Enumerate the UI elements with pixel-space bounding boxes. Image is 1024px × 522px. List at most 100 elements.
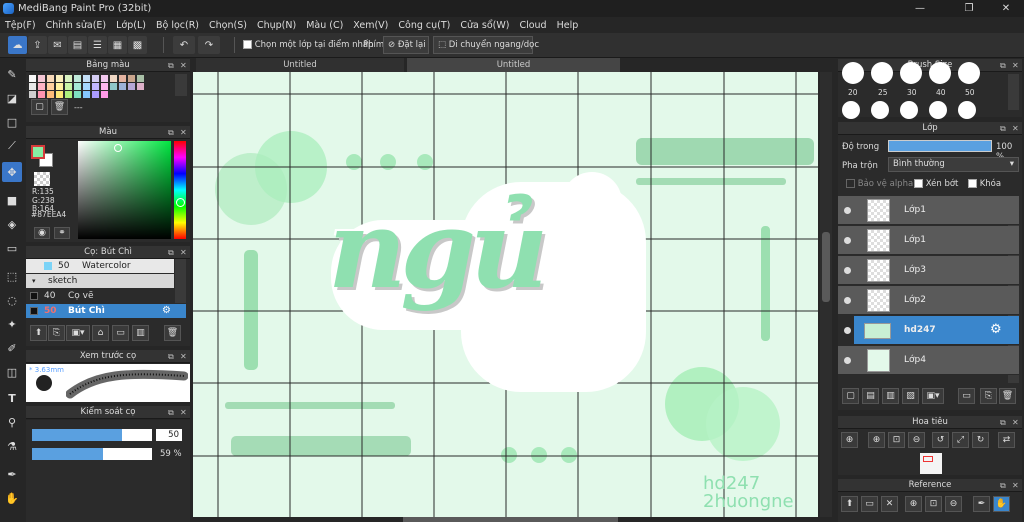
share-icon[interactable]: ⇪ — [28, 36, 47, 54]
lasso-tool-icon[interactable]: ◌ — [2, 290, 22, 310]
text-tool-icon[interactable]: T — [2, 388, 22, 408]
brush-scrollbar[interactable] — [175, 259, 186, 303]
eye-icon[interactable] — [844, 327, 851, 334]
color-swatch[interactable] — [137, 83, 144, 90]
fit-icon[interactable]: ⊡ — [888, 432, 905, 448]
close-icon[interactable]: ✕ — [180, 59, 187, 72]
popout-icon[interactable]: ⧉ — [168, 59, 174, 72]
folder-add-icon[interactable]: ▥ — [132, 325, 149, 341]
close-icon[interactable]: ✕ — [180, 126, 187, 139]
zoom-in-icon[interactable]: ⊕ — [841, 432, 858, 448]
layer-row[interactable]: Lớp1 — [838, 196, 1019, 225]
popout-icon[interactable]: ⧉ — [1000, 416, 1006, 429]
zoom-in-icon[interactable]: ⊕ — [905, 496, 922, 512]
menu-edit[interactable]: Chỉnh sửa(E) — [41, 20, 112, 31]
blend-mode-select[interactable]: Bình thường ▾ — [888, 157, 1019, 172]
menu-filter[interactable]: Bộ lọc(R) — [151, 20, 204, 31]
color-swatch[interactable] — [65, 83, 72, 90]
tiles-icon[interactable]: ▩ — [128, 36, 147, 54]
grid-icon[interactable]: ▦ — [108, 36, 127, 54]
menu-window[interactable]: Cửa sổ(W) — [455, 20, 514, 31]
color-tool-icon[interactable]: ◉ — [34, 227, 50, 239]
close-icon[interactable]: ✕ — [1012, 59, 1019, 72]
layer-row[interactable]: Lớp3 — [838, 256, 1019, 285]
eye-icon[interactable] — [844, 297, 851, 304]
brush-size-dot[interactable] — [842, 101, 860, 119]
menu-help[interactable]: Help — [552, 20, 584, 31]
minimize-button[interactable]: — — [906, 0, 934, 17]
zoom-in-icon[interactable]: ⊕ — [868, 432, 885, 448]
pen-tool-icon[interactable]: ✒ — [2, 464, 22, 484]
rotate-right-icon[interactable]: ↻ — [972, 432, 989, 448]
zoom-out-icon[interactable]: ⊖ — [908, 432, 925, 448]
color-swatch[interactable] — [83, 75, 90, 82]
color-swatch[interactable] — [83, 83, 90, 90]
chevron-down-icon[interactable]: ▾ — [32, 274, 36, 288]
settings-brush-icon[interactable]: ⌂ — [92, 325, 109, 341]
gradient-tool-icon[interactable]: ▭ — [2, 238, 22, 258]
color-swatch[interactable] — [47, 83, 54, 90]
folder-icon[interactable]: ▭ — [112, 325, 129, 341]
eyedropper-tool-icon[interactable]: ⚗ — [2, 436, 22, 456]
fullscreen-icon[interactable]: ⤢ — [952, 432, 969, 448]
eye-icon[interactable] — [844, 237, 851, 244]
color-swatch[interactable] — [74, 91, 81, 98]
zoom-out-icon[interactable]: ⊖ — [945, 496, 962, 512]
hand-icon[interactable]: ✋ — [993, 496, 1010, 512]
color-swatch[interactable] — [29, 75, 36, 82]
clip-checkbox[interactable] — [914, 179, 923, 188]
color-swatch[interactable] — [74, 83, 81, 90]
new-palette-icon[interactable]: ▢ — [31, 99, 48, 115]
close-icon[interactable]: ✕ — [180, 350, 187, 363]
new-halftone-layer-icon[interactable]: ▧ — [902, 388, 919, 404]
color-swatch[interactable] — [92, 91, 99, 98]
cloud-icon[interactable]: ☁ — [8, 36, 27, 54]
layer-row-selected[interactable]: hd247 ⚙ — [844, 316, 1019, 345]
close-button[interactable]: ✕ — [992, 0, 1020, 17]
menu-cloud[interactable]: Cloud — [514, 20, 551, 31]
select-pen-icon[interactable]: ✐ — [2, 338, 22, 358]
canvas-scrollbar-v[interactable] — [820, 72, 832, 517]
color-swatch[interactable] — [38, 91, 45, 98]
color-swatch[interactable] — [56, 83, 63, 90]
delete-brush-icon[interactable]: 🗑 — [164, 325, 181, 341]
foreground-color[interactable] — [31, 145, 45, 159]
color-link-icon[interactable]: ⚭ — [54, 227, 70, 239]
close-icon[interactable]: ✕ — [1012, 122, 1019, 135]
brush-size-dot[interactable] — [929, 62, 951, 84]
folder-icon[interactable]: ▭ — [861, 496, 878, 512]
color-swatch[interactable] — [65, 91, 72, 98]
opacity-slider[interactable] — [32, 448, 152, 460]
popout-icon[interactable]: ⧉ — [168, 126, 174, 139]
color-swatch[interactable] — [137, 75, 144, 82]
eye-icon[interactable] — [844, 357, 851, 364]
gear-icon[interactable]: ⚙ — [990, 322, 1002, 337]
brush-group-sketch[interactable]: ▾ sketch — [26, 274, 174, 288]
eye-icon[interactable] — [844, 267, 851, 274]
brush-item-but-chi[interactable]: 50 Bút Chì ⚙ — [26, 304, 186, 318]
menu-select[interactable]: Chọn(S) — [204, 20, 252, 31]
menu-color[interactable]: Màu (C) — [301, 20, 348, 31]
color-swatch[interactable] — [92, 75, 99, 82]
size-slider[interactable] — [32, 429, 152, 441]
brush-size-dot[interactable] — [958, 101, 976, 119]
color-swatch[interactable] — [128, 83, 135, 90]
color-swatch[interactable] — [29, 83, 36, 90]
color-picker-cursor[interactable] — [114, 144, 122, 152]
layer-row[interactable]: Lớp2 — [838, 286, 1019, 315]
brush-menu-icon[interactable]: ▣▾ — [66, 325, 90, 341]
undo-icon[interactable]: ↶ — [173, 36, 195, 54]
close-icon[interactable]: ✕ — [881, 496, 898, 512]
eraser-tool-icon[interactable]: ◪ — [2, 88, 22, 108]
color-swatch[interactable] — [101, 75, 108, 82]
navigator-viewport[interactable] — [923, 456, 933, 462]
brush-size-dot[interactable] — [871, 101, 889, 119]
protect-alpha-option[interactable]: Bảo vệ alpha — [846, 179, 913, 189]
navigator-thumbnail[interactable] — [920, 453, 942, 474]
line-tool-icon[interactable]: ⟋ — [2, 136, 22, 156]
layer-row[interactable]: Lớp4 — [838, 346, 1019, 375]
hand-tool-icon[interactable]: ✋ — [2, 488, 22, 508]
delete-layer-icon[interactable]: 🗑 — [999, 388, 1016, 404]
color-swatch[interactable] — [74, 75, 81, 82]
comment-icon[interactable]: ✉ — [48, 36, 67, 54]
